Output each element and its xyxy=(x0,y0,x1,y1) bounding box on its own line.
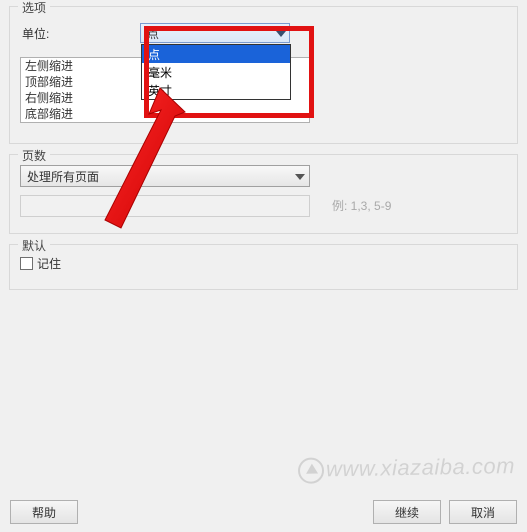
unit-option-point[interactable]: 点 xyxy=(142,45,290,63)
button-bar: 帮助 继续 取消 xyxy=(0,500,527,524)
unit-option-inch[interactable]: 英寸 xyxy=(142,81,290,99)
unit-selected-value: 点 xyxy=(147,25,159,42)
continue-button[interactable]: 继续 xyxy=(373,500,441,524)
indent-bottom-value[interactable]: 0 xyxy=(165,106,309,122)
help-button[interactable]: 帮助 xyxy=(10,500,78,524)
pages-legend: 页数 xyxy=(18,147,50,164)
defaults-group: 默认 记住 xyxy=(9,244,518,290)
options-legend: 选项 xyxy=(18,0,50,16)
chevron-down-icon xyxy=(276,26,286,40)
indent-bottom-label: 底部缩进 xyxy=(21,106,165,122)
chevron-down-icon xyxy=(295,169,305,183)
table-row: 底部缩进 0 xyxy=(21,106,309,122)
pages-combobox[interactable]: 处理所有页面 xyxy=(20,165,310,187)
unit-dropdown-list: 点 毫米 英寸 xyxy=(141,44,291,100)
pages-group: 页数 处理所有页面 例: 1,3, 5-9 xyxy=(9,154,518,234)
defaults-legend: 默认 xyxy=(18,237,50,254)
unit-label: 单位: xyxy=(20,25,140,42)
cancel-button[interactable]: 取消 xyxy=(449,500,517,524)
unit-combobox[interactable]: 点 点 毫米 英寸 xyxy=(140,23,290,43)
watermark-text: www.xiazaiba.com xyxy=(326,453,515,481)
unit-option-mm[interactable]: 毫米 xyxy=(142,63,290,81)
pages-selected-value: 处理所有页面 xyxy=(27,168,99,185)
pages-example-hint: 例: 1,3, 5-9 xyxy=(332,195,391,217)
watermark-logo-icon xyxy=(298,457,324,483)
pages-range-input xyxy=(20,195,310,217)
watermark: www.xiazaiba.com xyxy=(298,453,515,484)
remember-checkbox[interactable] xyxy=(20,257,33,270)
remember-label: 记住 xyxy=(37,255,61,272)
options-group: 选项 单位: 点 点 毫米 英寸 左侧缩进 顶部缩进 xyxy=(9,6,518,144)
